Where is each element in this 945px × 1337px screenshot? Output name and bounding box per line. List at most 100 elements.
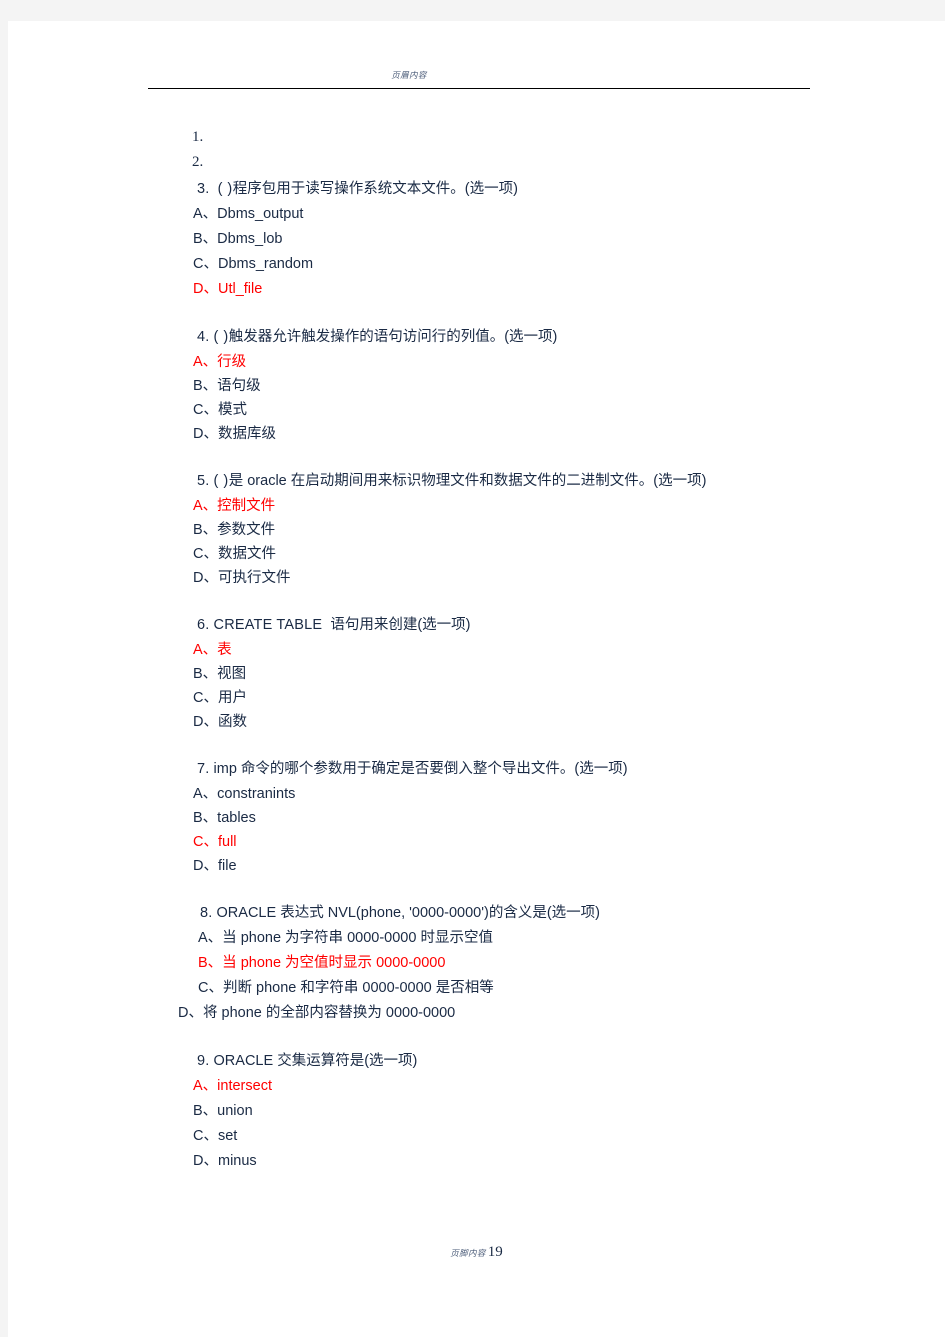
option-text: file	[217, 858, 237, 874]
option-c-8: C、判断 phone 和字符串 0000-0000 是否相等	[8, 976, 945, 1001]
option-a-9: A、intersect	[8, 1074, 945, 1099]
question-block-6: 6. CREATE TABLE 语句用来创建(选一项) A、表 B、视图 C、用…	[8, 613, 945, 734]
option-d-9: D、minus	[8, 1149, 945, 1174]
option-label: A、	[193, 354, 218, 370]
question-number: 8.	[200, 905, 213, 921]
empty-numbered-list: 1. 2.	[8, 125, 945, 175]
option-text: 表	[217, 642, 232, 658]
option-c-9: C、set	[8, 1124, 945, 1149]
option-label: D、	[193, 426, 218, 442]
question-text-6: 6. CREATE TABLE 语句用来创建(选一项)	[8, 613, 945, 638]
page-number: 19	[487, 1244, 503, 1260]
option-label: A、	[193, 642, 218, 658]
question-stem: ORACLE 表达式 NVL(phone, '0000-0000')的含义是(选…	[216, 905, 600, 921]
question-stem: ORACLE 交集运算符是(选一项)	[213, 1053, 418, 1069]
option-text: 函数	[217, 714, 247, 730]
option-text: 数据库级	[217, 426, 276, 442]
question-block-5: 5. ( )是 oracle 在启动期间用来标识物理文件和数据文件的二进制文件。…	[8, 469, 945, 590]
option-label: D、	[193, 858, 218, 874]
document-page: 页眉内容 1. 2. 3. ( )程序包用于读写操作系统文本文件。(选一项) A…	[8, 21, 945, 1337]
option-label: D、	[193, 570, 218, 586]
option-d-5: D、可执行文件	[8, 566, 945, 590]
option-c-6: C、用户	[8, 686, 945, 710]
option-d-7: D、file	[8, 854, 945, 878]
question-number: 7.	[197, 761, 210, 777]
question-stem: imp 命令的哪个参数用于确定是否要倒入整个导出文件。(选一项)	[213, 761, 628, 777]
option-label: D、	[193, 281, 218, 297]
option-text: 数据文件	[217, 546, 276, 562]
question-text-7: 7. imp 命令的哪个参数用于确定是否要倒入整个导出文件。(选一项)	[8, 757, 945, 782]
option-label: B、	[193, 522, 218, 538]
option-text: 语句级	[217, 378, 261, 394]
page-footer: 页脚内容 19	[8, 1243, 945, 1261]
option-c-3: C、Dbms_random	[8, 252, 945, 277]
option-text: 视图	[217, 666, 247, 682]
option-b-4: B、语句级	[8, 374, 945, 398]
option-text: 当 phone 为字符串 0000-0000 时显示空值	[222, 930, 493, 946]
option-label: C、	[193, 834, 218, 850]
question-text-4: 4. ( )触发器允许触发操作的语句访问行的列值。(选一项)	[8, 325, 945, 350]
option-b-7: B、tables	[8, 806, 945, 830]
option-label: A、	[193, 206, 218, 222]
option-label: D、	[193, 714, 218, 730]
question-text-5: 5. ( )是 oracle 在启动期间用来标识物理文件和数据文件的二进制文件。…	[8, 469, 945, 494]
header-text: 页眉内容	[391, 70, 427, 80]
question-block-3: 3. ( )程序包用于读写操作系统文本文件。(选一项) A、Dbms_outpu…	[8, 177, 945, 302]
option-text: Dbms_random	[217, 256, 314, 272]
footer-text: 页脚内容	[450, 1248, 486, 1258]
question-stem: 语句用来创建(选一项)	[330, 617, 471, 633]
option-d-8: D、将 phone 的全部内容替换为 0000-0000	[8, 1001, 945, 1026]
list-item: 1.	[192, 129, 204, 145]
option-text: set	[217, 1128, 238, 1144]
question-stem: 是 oracle 在启动期间用来标识物理文件和数据文件的二进制文件。(选一项)	[228, 473, 707, 489]
question-number: 5.	[197, 473, 210, 489]
list-item: 2.	[192, 154, 204, 170]
option-label: D、	[178, 1005, 203, 1021]
option-text: 可执行文件	[217, 570, 291, 586]
question-number: 3.	[197, 181, 210, 197]
option-c-7: C、full	[8, 830, 945, 854]
option-d-3: D、Utl_file	[8, 277, 945, 302]
option-text: full	[217, 834, 237, 850]
option-text: union	[217, 1103, 253, 1119]
header-divider	[148, 88, 810, 89]
option-text: 模式	[217, 402, 247, 418]
option-a-8: A、当 phone 为字符串 0000-0000 时显示空值	[8, 926, 945, 951]
option-label: C、	[193, 690, 218, 706]
option-c-5: C、数据文件	[8, 542, 945, 566]
option-a-7: A、constranints	[8, 782, 945, 806]
option-text: 判断 phone 和字符串 0000-0000 是否相等	[222, 980, 494, 996]
question-number: 9.	[197, 1053, 210, 1069]
question-text-8: 8. ORACLE 表达式 NVL(phone, '0000-0000')的含义…	[8, 901, 945, 926]
question-block-9: 9. ORACLE 交集运算符是(选一项) A、intersect B、unio…	[8, 1049, 945, 1174]
option-label: C、	[198, 980, 223, 996]
page-header: 页眉内容	[8, 69, 945, 109]
option-b-3: B、Dbms_lob	[8, 227, 945, 252]
option-text: 用户	[217, 690, 247, 706]
option-text: minus	[217, 1153, 257, 1169]
option-d-6: D、函数	[8, 710, 945, 734]
option-text: Dbms_output	[217, 206, 304, 222]
option-label: C、	[193, 1128, 218, 1144]
option-a-3: A、Dbms_output	[8, 202, 945, 227]
option-label: A、	[193, 498, 218, 514]
option-text: constranints	[217, 786, 296, 802]
option-label: C、	[193, 402, 218, 418]
option-text: intersect	[217, 1078, 272, 1094]
option-c-4: C、模式	[8, 398, 945, 422]
option-a-4: A、行级	[8, 350, 945, 374]
option-label: B、	[198, 955, 223, 971]
question-number: 4.	[197, 329, 210, 345]
question-block-7: 7. imp 命令的哪个参数用于确定是否要倒入整个导出文件。(选一项) A、co…	[8, 757, 945, 878]
question-stem: 触发器允许触发操作的语句访问行的列值。(选一项)	[228, 329, 558, 345]
option-a-5: A、控制文件	[8, 494, 945, 518]
question-blank: ( )	[213, 329, 229, 345]
question-block-8: 8. ORACLE 表达式 NVL(phone, '0000-0000')的含义…	[8, 901, 945, 1026]
option-label: B、	[193, 810, 218, 826]
option-label: C、	[193, 256, 218, 272]
option-text: Dbms_lob	[217, 231, 283, 247]
question-stem: 程序包用于读写操作系统文本文件。(选一项)	[232, 181, 518, 197]
question-number: 6.	[197, 617, 210, 633]
question-text-9: 9. ORACLE 交集运算符是(选一项)	[8, 1049, 945, 1074]
option-label: D、	[193, 1153, 218, 1169]
